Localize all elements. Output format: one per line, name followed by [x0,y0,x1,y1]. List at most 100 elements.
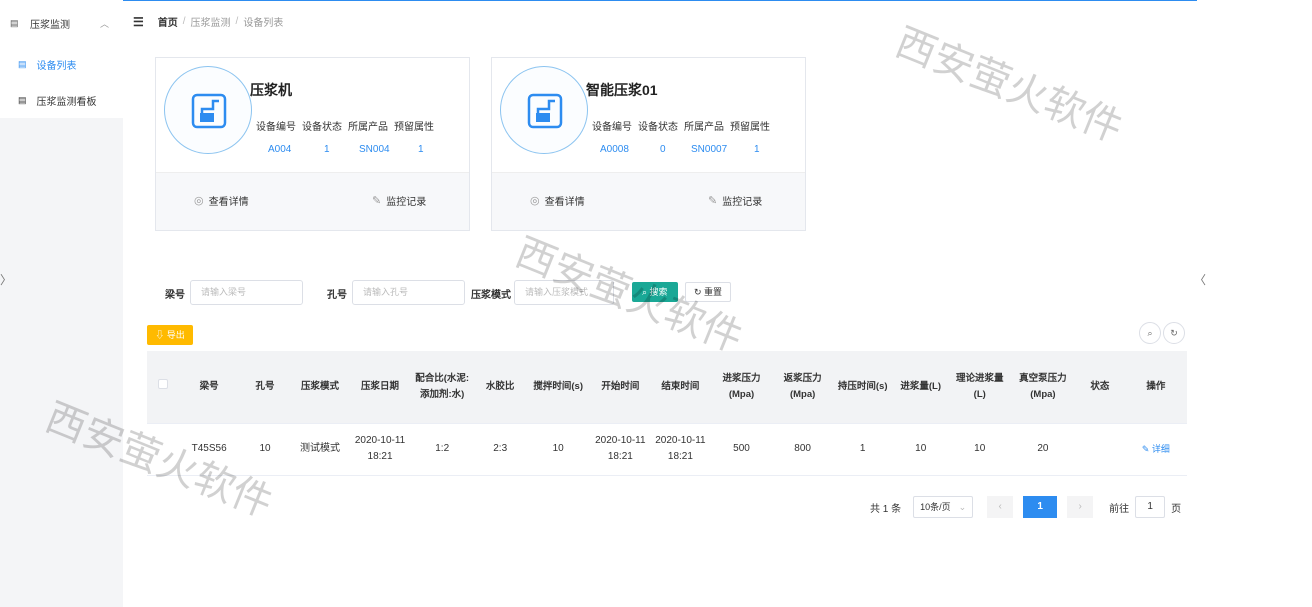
label-reserved: 预留属性 [394,122,434,133]
header-cell: 梁号 [178,351,241,424]
header-cell: 搅拌时间(s) [526,351,591,424]
sidebar-group-label: 压浆监测 [30,19,70,31]
sidebar-item-device-list[interactable]: ▤ 设备列表 [0,46,123,82]
device-name: 压浆机 [250,82,292,98]
device-avatar [500,66,588,154]
cell-mode: 测试模式 [289,423,350,476]
device-name: 智能压浆01 [586,82,658,98]
value-product: SN0007 [691,144,728,155]
search-toggle-button[interactable]: ⌕ [1139,322,1161,344]
cell-status [1075,423,1125,476]
sidebar-group-grouting[interactable]: ▤ 压浆监测 ︿ [0,0,123,46]
header-cell: 操作 [1124,351,1187,424]
breadcrumb-level1: 压浆监测 [190,18,231,29]
hole-label: 孔号 [327,290,347,301]
refresh-icon: ↻ [1170,328,1178,338]
label-device-status: 设备状态 [302,122,342,133]
watermark: 西安萤火软件 [889,19,1129,152]
header-cell: 开始时间 [590,351,651,424]
search-button[interactable]: ⌕ 搜索 [632,282,678,302]
value-device-no: A004 [268,144,292,155]
mode-label: 压浆模式 [471,290,511,301]
cell-wb-ratio: 2:3 [474,423,527,476]
menu-toggle-icon[interactable]: ☰ [133,15,144,29]
header-cell: 返浆压力(Mpa) [772,351,833,424]
label-product: 所属产品 [348,122,388,133]
monitor-record-button[interactable]: ✎ 监控记录 [708,193,762,208]
detail-link[interactable]: ✎ 详细 [1124,423,1187,476]
table-header-row: 梁号 孔号 压浆模式 压浆日期 配合比(水泥:添加剂:水) 水胶比 搅拌时间(s… [147,351,1187,424]
row-checkbox[interactable] [147,423,179,476]
header-cell: 进浆压力(Mpa) [710,351,773,424]
search-icon: ⌕ [1147,328,1153,338]
reset-button[interactable]: ↻ 重置 [685,282,732,302]
folder-icon: ▤ [10,17,19,28]
list-icon: ▤ [18,58,27,69]
header-cell: 真空泵压力(Mpa) [1010,351,1076,424]
device-card: 智能压浆01 设备编号 设备状态 所属产品 预留属性 A0008 0 SN000… [491,57,806,231]
label-device-status: 设备状态 [638,122,678,133]
page-unit-label: 页 [1171,503,1182,515]
edit-icon: ✎ [372,195,382,207]
eye-icon: ◎ [194,195,204,207]
cell-ratio: 1:2 [410,423,475,476]
next-page-button[interactable]: › [1067,496,1094,518]
page-1-button[interactable]: 1 [1023,496,1058,518]
goto-label: 前往 [1109,503,1130,515]
device-avatar [164,66,252,154]
hole-input[interactable]: 请输入孔号 [352,280,465,305]
mode-input[interactable]: 请输入压浆模式 [514,280,614,305]
grouting-table: 梁号 孔号 压浆模式 压浆日期 配合比(水泥:添加剂:水) 水胶比 搅拌时间(s… [147,351,1187,476]
device-card: 压浆机 设备编号 设备状态 所属产品 预留属性 A004 1 SN004 1 ◎… [155,57,470,231]
breadcrumb-home[interactable]: 首页 [158,14,178,29]
device-icon [191,93,227,129]
scroll-right-icon[interactable]: 〈 [1194,271,1206,288]
beam-input[interactable]: 请输入梁号 [190,280,303,305]
search-icon: ⌕ [642,287,650,297]
cell-end: 2020-10-11 18:21 [650,423,711,476]
cell-start: 2020-10-11 18:21 [590,423,651,476]
sidebar: ▤ 压浆监测 ︿ ▤ 设备列表 ▤ 压浆监测看板 [0,0,123,607]
monitor-record-button[interactable]: ✎ 监控记录 [372,193,426,208]
list-icon: ▤ [18,94,27,105]
sidebar-item-dashboard[interactable]: ▤ 压浆监测看板 [0,82,123,118]
value-device-status: 0 [660,144,666,155]
value-reserved: 1 [754,144,760,155]
select-all-checkbox[interactable] [147,351,179,424]
header-cell: 压浆日期 [350,351,411,424]
sidebar-item-label: 压浆监测看板 [36,96,97,108]
prev-page-button[interactable]: ‹ [987,496,1014,518]
label-product: 所属产品 [684,122,724,133]
value-device-status: 1 [324,144,330,155]
header-cell: 状态 [1075,351,1125,424]
view-details-button[interactable]: ◎ 查看详情 [194,193,249,208]
scroll-left-icon[interactable]: 〉 [0,271,12,288]
filter-bar: 梁号 请输入梁号 孔号 请输入孔号 压浆模式 请输入压浆模式 ⌕ 搜索 ↻ 重置 [165,280,745,306]
refresh-button[interactable]: ↻ [1163,322,1185,344]
label-device-no: 设备编号 [256,122,296,133]
edit-icon: ✎ [1141,443,1152,454]
label-reserved: 预留属性 [730,122,770,133]
header-cell: 压浆模式 [289,351,350,424]
label-device-no: 设备编号 [592,122,632,133]
cell-vacuum: 20 [1010,423,1076,476]
cell-theory-volume: 10 [948,423,1011,476]
page-size-select[interactable]: 10条/页 ⌄ [913,496,974,518]
export-button[interactable]: ⇩ 导出 [147,325,193,345]
download-icon: ⇩ [155,330,167,340]
chevron-up-icon: ︿ [99,18,109,29]
goto-page-input[interactable]: 1 [1135,496,1166,518]
eye-icon: ◎ [530,195,540,207]
header-cell: 水胶比 [474,351,527,424]
value-product: SN004 [359,144,390,155]
refresh-icon: ↻ [694,287,705,297]
view-details-button[interactable]: ◎ 查看详情 [530,193,585,208]
cell-hold-time: 1 [832,423,893,476]
breadcrumb: ☰ 首页 / 压浆监测 / 设备列表 [133,14,284,30]
header-cell: 进浆量(L) [892,351,949,424]
cell-date: 2020-10-11 18:21 [350,423,411,476]
pagination-total: 共 1 条 [870,503,902,515]
top-border [123,0,1197,1]
pagination: 共 1 条 10条/页 ⌄ ‹ 1 › 前往 1 页 [870,496,1181,518]
header-cell: 结束时间 [650,351,711,424]
